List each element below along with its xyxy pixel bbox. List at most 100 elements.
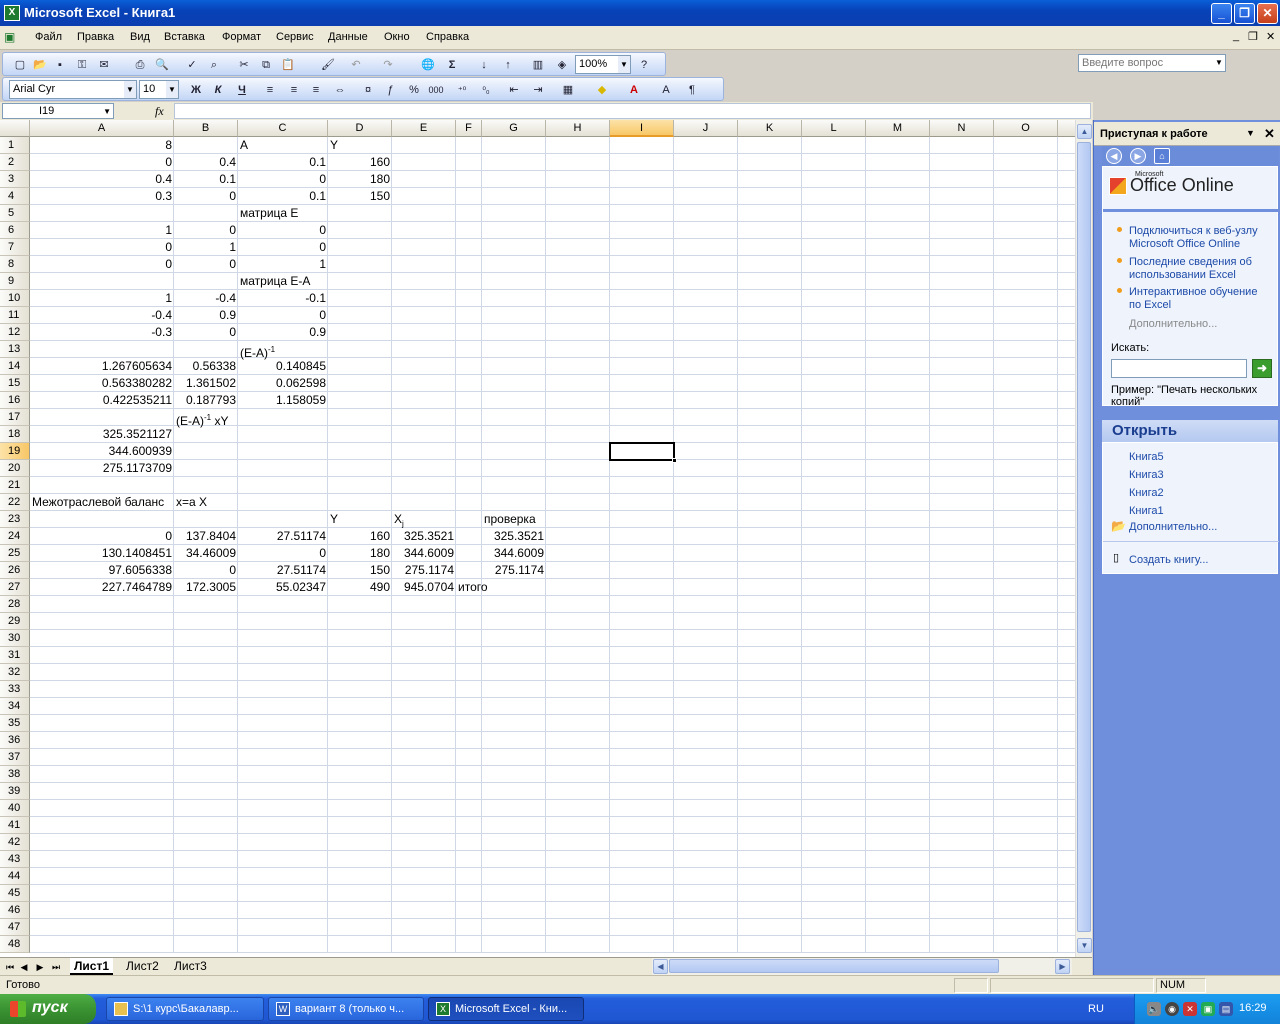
text-size-icon[interactable]: A bbox=[657, 81, 675, 99]
sort-descending-icon[interactable]: ↑ bbox=[499, 56, 517, 74]
column-header[interactable]: E bbox=[392, 120, 456, 137]
open-file-link[interactable]: Книга3 bbox=[1129, 469, 1271, 482]
cell-E26[interactable]: 275.1174 bbox=[392, 562, 456, 579]
cell-D3[interactable]: 180 bbox=[328, 171, 392, 188]
cell-C24[interactable]: 27.51174 bbox=[238, 528, 328, 545]
hscroll-thumb[interactable] bbox=[669, 959, 999, 973]
research-icon[interactable]: ⌕ bbox=[205, 56, 223, 74]
cell-G23[interactable]: проверка bbox=[482, 511, 546, 528]
cell-B11[interactable]: 0.9 bbox=[174, 307, 238, 324]
cell-B22[interactable]: x=a X bbox=[174, 494, 238, 511]
column-header[interactable]: K bbox=[738, 120, 802, 137]
row-header[interactable]: 27 bbox=[0, 579, 30, 596]
name-box[interactable]: I19 ▼ bbox=[2, 103, 114, 119]
cell-B27[interactable]: 172.3005 bbox=[174, 579, 238, 596]
cell-A10[interactable]: 1 bbox=[30, 290, 174, 307]
row-header[interactable]: 31 bbox=[0, 647, 30, 664]
preview-icon[interactable]: 🔍 bbox=[153, 56, 171, 74]
row-header[interactable]: 30 bbox=[0, 630, 30, 647]
font-color-icon[interactable]: A bbox=[625, 81, 643, 99]
cut-icon[interactable]: ✂ bbox=[235, 56, 253, 74]
column-header[interactable]: O bbox=[994, 120, 1058, 137]
select-all-corner[interactable] bbox=[0, 120, 30, 137]
cell-D1[interactable]: Y bbox=[328, 137, 392, 154]
cell-C25[interactable]: 0 bbox=[238, 545, 328, 562]
print-icon[interactable]: ⎙ bbox=[131, 56, 149, 74]
row-header[interactable]: 8 bbox=[0, 256, 30, 273]
open-file-link[interactable]: Книга2 bbox=[1129, 487, 1271, 500]
cell-D2[interactable]: 160 bbox=[328, 154, 392, 171]
open-more-link[interactable]: Дополнительно... bbox=[1129, 521, 1271, 534]
cell-C9[interactable]: матрица Е-А bbox=[238, 273, 328, 290]
cell-C5[interactable]: матрица Е bbox=[238, 205, 328, 222]
minimize-button[interactable]: _ bbox=[1211, 3, 1232, 24]
cell-C12[interactable]: 0.9 bbox=[238, 324, 328, 341]
font-size-select[interactable]: 10 ▼ bbox=[139, 80, 179, 99]
go-arrow-icon[interactable]: ➜ bbox=[1252, 359, 1272, 378]
cell-A20[interactable]: 275.1173709 bbox=[30, 460, 174, 477]
menu-edit[interactable]: Правка bbox=[77, 31, 114, 43]
cell-B2[interactable]: 0.4 bbox=[174, 154, 238, 171]
cell-C7[interactable]: 0 bbox=[238, 239, 328, 256]
row-header[interactable]: 24 bbox=[0, 528, 30, 545]
cell-A22[interactable]: Межотраслевой баланс bbox=[30, 494, 174, 511]
document-icon[interactable]: ▣ bbox=[4, 30, 15, 44]
column-header[interactable]: L bbox=[802, 120, 866, 137]
row-header[interactable]: 13 bbox=[0, 341, 30, 358]
cell-C16[interactable]: 1.158059 bbox=[238, 392, 328, 409]
row-header[interactable]: 28 bbox=[0, 596, 30, 613]
cell-B6[interactable]: 0 bbox=[174, 222, 238, 239]
security-icon[interactable]: ▣ bbox=[1201, 1002, 1215, 1016]
row-header[interactable]: 39 bbox=[0, 783, 30, 800]
row-header[interactable]: 25 bbox=[0, 545, 30, 562]
sheet-tab-3[interactable]: Лист3 bbox=[170, 958, 211, 975]
cell-A14[interactable]: 1.267605634 bbox=[30, 358, 174, 375]
row-header[interactable]: 19 bbox=[0, 443, 30, 460]
row-header[interactable]: 41 bbox=[0, 817, 30, 834]
start-button[interactable]: пуск bbox=[0, 994, 96, 1024]
row-header[interactable]: 23 bbox=[0, 511, 30, 528]
new-icon[interactable]: ▢ bbox=[11, 56, 29, 74]
spelling-icon[interactable]: ✓ bbox=[183, 56, 201, 74]
row-header[interactable]: 21 bbox=[0, 477, 30, 494]
menu-help[interactable]: Справка bbox=[426, 31, 469, 43]
cell-A26[interactable]: 97.6056338 bbox=[30, 562, 174, 579]
zoom-select[interactable]: 100% ▼ bbox=[575, 55, 631, 74]
paragraph-direction-icon[interactable]: ¶ bbox=[683, 81, 701, 99]
cell-B8[interactable]: 0 bbox=[174, 256, 238, 273]
row-header[interactable]: 40 bbox=[0, 800, 30, 817]
scroll-right-icon[interactable]: ▶ bbox=[1055, 959, 1070, 974]
column-header[interactable]: I bbox=[610, 120, 674, 137]
cell-A1[interactable]: 8 bbox=[30, 137, 174, 154]
row-header[interactable]: 42 bbox=[0, 834, 30, 851]
doc-restore-button[interactable]: ❐ bbox=[1248, 30, 1258, 43]
column-header[interactable]: A bbox=[30, 120, 174, 137]
doc-minimize-button[interactable]: _ bbox=[1233, 30, 1239, 42]
cell-A24[interactable]: 0 bbox=[30, 528, 174, 545]
row-header[interactable]: 46 bbox=[0, 902, 30, 919]
first-sheet-icon[interactable]: ⏮ bbox=[4, 960, 16, 974]
spreadsheet-grid[interactable]: A B C D E F G H I J K L M N O 1 2 3 4 5 6 7 8 9 10 11 12 13 14 15 16 17… bbox=[0, 120, 1075, 957]
percent-button[interactable]: % bbox=[405, 81, 423, 99]
cell-A6[interactable]: 1 bbox=[30, 222, 174, 239]
cell-D4[interactable]: 150 bbox=[328, 188, 392, 205]
cell-A8[interactable]: 0 bbox=[30, 256, 174, 273]
cell-E24[interactable]: 325.3521 bbox=[392, 528, 456, 545]
open-file-link[interactable]: Книга1 bbox=[1129, 505, 1271, 518]
cell-B16[interactable]: 0.187793 bbox=[174, 392, 238, 409]
fill-color-icon[interactable]: ◆ bbox=[593, 81, 611, 99]
cell-A3[interactable]: 0.4 bbox=[30, 171, 174, 188]
taskbar-word[interactable]: Wвариант 8 (только ч... bbox=[268, 997, 424, 1021]
row-header[interactable]: 17 bbox=[0, 409, 30, 426]
row-header[interactable]: 2 bbox=[0, 154, 30, 171]
task-pane-search-input[interactable] bbox=[1111, 359, 1247, 378]
cell-E23[interactable]: Xj bbox=[392, 511, 456, 528]
borders-icon[interactable]: ▦ bbox=[559, 81, 577, 99]
cell-A18[interactable]: 325.3521127 bbox=[30, 426, 174, 443]
row-header[interactable]: 9 bbox=[0, 273, 30, 290]
column-header[interactable]: G bbox=[482, 120, 546, 137]
row-header[interactable]: 48 bbox=[0, 936, 30, 953]
forward-icon[interactable]: ▶ bbox=[1130, 148, 1146, 164]
close-icon[interactable]: ✕ bbox=[1264, 126, 1275, 142]
taskbar-excel[interactable]: X Microsoft Excel - Кни... bbox=[428, 997, 584, 1021]
